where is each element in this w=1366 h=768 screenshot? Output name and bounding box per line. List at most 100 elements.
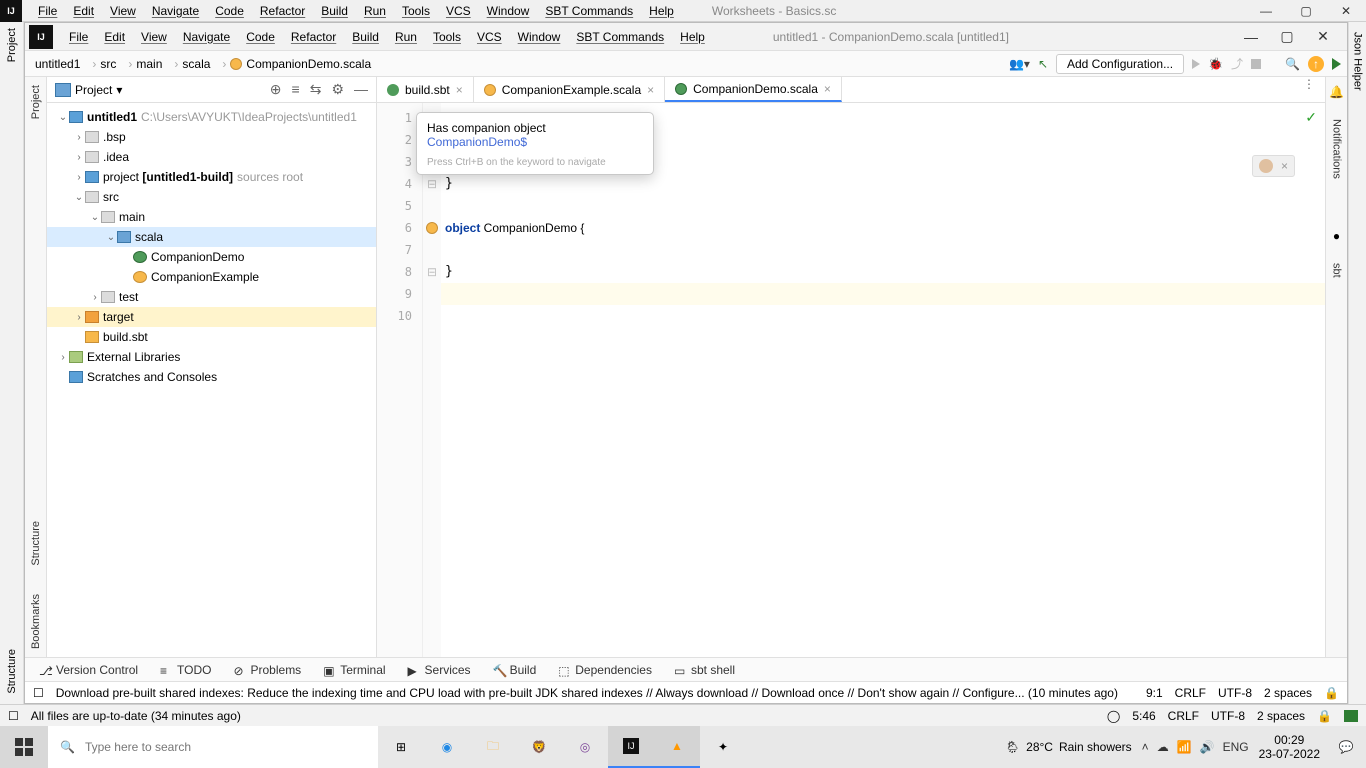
tree-external-libs[interactable]: External Libraries	[47, 347, 376, 367]
code-content[interactable]: } object CompanionDemo { }	[441, 103, 1325, 657]
bg-status-icon[interactable]: ☐	[8, 709, 19, 723]
bg-indent[interactable]: 2 spaces	[1257, 709, 1305, 723]
left-tab-structure[interactable]: Structure	[30, 521, 42, 566]
tree-main[interactable]: main	[47, 207, 376, 227]
chevron-up-icon[interactable]: ˄	[1142, 740, 1149, 754]
popup-link[interactable]: CompanionDemo$	[427, 135, 527, 149]
bg-right-tab-json[interactable]: Json Helper	[1352, 32, 1364, 91]
action-center-icon[interactable]: 💬	[1330, 740, 1362, 754]
bg-menu-tools[interactable]: Tools	[394, 2, 438, 20]
add-configuration-button[interactable]: Add Configuration...	[1056, 54, 1184, 74]
tab-more-icon[interactable]: ⋮	[1293, 77, 1325, 102]
tree-src[interactable]: src	[47, 187, 376, 207]
breadcrumb-src[interactable]: src	[84, 57, 120, 71]
close-tab-icon[interactable]: ×	[824, 82, 831, 96]
locate-icon[interactable]: ⊕	[270, 81, 282, 98]
bg-left-tab-structure[interactable]: Structure	[6, 649, 18, 694]
coverage-button[interactable]: ⤴	[1231, 55, 1243, 72]
fold-icon[interactable]: ⊟	[427, 177, 437, 191]
tw-version-control[interactable]: ⎇Version Control	[39, 663, 138, 677]
tab-companionexample[interactable]: CompanionExample.scala×	[474, 77, 665, 102]
volume-icon[interactable]: 🔊	[1200, 740, 1215, 754]
tree-scala[interactable]: scala	[47, 227, 376, 247]
code-editor[interactable]: 12345678910 ⊟ ⊟ }	[377, 103, 1325, 657]
bg-line-separator[interactable]: CRLF	[1168, 709, 1199, 723]
menu-build[interactable]: Build	[344, 27, 387, 47]
breadcrumb-main[interactable]: main	[120, 57, 166, 71]
bg-menu-edit[interactable]: Edit	[65, 2, 102, 20]
tree-project[interactable]: project [untitled1-build]sources root	[47, 167, 376, 187]
companion-popup[interactable]: Has companion object CompanionDemo$ Pres…	[416, 112, 654, 175]
tab-companiondemo[interactable]: CompanionDemo.scala×	[665, 77, 842, 102]
tab-build-sbt[interactable]: build.sbt×	[377, 77, 474, 102]
tw-todo[interactable]: ≡TODO	[160, 663, 211, 677]
bg-caret-position[interactable]: 5:46	[1132, 709, 1155, 723]
tree-scratches[interactable]: Scratches and Consoles	[47, 367, 376, 387]
bg-progress-icon[interactable]: ◯	[1107, 709, 1120, 723]
bg-encoding[interactable]: UTF-8	[1211, 709, 1245, 723]
bg-close-button[interactable]: ✕	[1326, 4, 1366, 18]
fold-icon[interactable]: ⊟	[427, 265, 437, 279]
menu-navigate[interactable]: Navigate	[175, 27, 238, 47]
system-tray[interactable]: ˄ ☁ 📶 🔊 ENG	[1142, 740, 1249, 754]
weather-widget[interactable]: 🌦 28°C Rain showers	[1005, 740, 1132, 754]
sublime-icon[interactable]: ▲	[654, 726, 700, 768]
tw-problems[interactable]: ⊘Problems	[234, 663, 302, 677]
task-view-icon[interactable]: ⊞	[378, 726, 424, 768]
bg-menu-help[interactable]: Help	[641, 2, 682, 20]
search-everywhere-icon[interactable]	[1285, 57, 1300, 71]
tor-icon[interactable]: ◎	[562, 726, 608, 768]
left-tab-bookmarks[interactable]: Bookmarks	[30, 594, 42, 649]
menu-sbt[interactable]: SBT Commands	[568, 27, 672, 47]
breadcrumb-root[interactable]: untitled1	[31, 57, 84, 71]
stop-button[interactable]	[1251, 59, 1261, 69]
tw-sbt-shell[interactable]: ▭sbt shell	[674, 663, 735, 677]
tree-idea[interactable]: .idea	[47, 147, 376, 167]
menu-refactor[interactable]: Refactor	[283, 27, 344, 47]
edge-icon[interactable]: ◉	[424, 726, 470, 768]
object-gutter-icon[interactable]	[426, 222, 438, 234]
bg-left-tab-project[interactable]: Project	[6, 28, 18, 62]
encoding[interactable]: UTF-8	[1218, 686, 1252, 700]
bg-minimize-button[interactable]: —	[1246, 4, 1286, 18]
tree-class-companiondemo[interactable]: CompanionDemo	[47, 247, 376, 267]
breadcrumb-file[interactable]: CompanionDemo.scala	[214, 57, 375, 71]
tree-target[interactable]: target	[47, 307, 376, 327]
menu-edit[interactable]: Edit	[96, 27, 133, 47]
menu-vcs[interactable]: VCS	[469, 27, 510, 47]
onedrive-icon[interactable]: ☁	[1157, 740, 1169, 754]
run-button[interactable]	[1192, 59, 1200, 69]
run-anything-icon[interactable]	[1332, 58, 1341, 70]
users-icon[interactable]: 👥▾	[1009, 57, 1030, 71]
tw-services[interactable]: ▶Services	[408, 663, 471, 677]
maximize-button[interactable]: ▢	[1269, 28, 1305, 45]
bg-menu-run[interactable]: Run	[356, 2, 394, 20]
project-tree[interactable]: untitled1C:\Users\AVYUKT\IdeaProjects\un…	[47, 103, 376, 657]
sbt-icon[interactable]: ●	[1333, 229, 1340, 243]
settings-icon[interactable]: ⚙	[331, 81, 344, 98]
right-tab-notifications[interactable]: Notifications	[1331, 119, 1343, 179]
lock-icon[interactable]: 🔒	[1324, 686, 1339, 700]
menu-tools[interactable]: Tools	[425, 27, 469, 47]
bg-menu-vcs[interactable]: VCS	[438, 2, 479, 20]
expand-all-icon[interactable]: ≡	[292, 81, 300, 98]
close-icon[interactable]: ×	[1281, 159, 1288, 173]
collapse-all-icon[interactable]: ⇆	[310, 81, 322, 98]
explorer-icon[interactable]: 🗀	[470, 726, 516, 768]
debug-button[interactable]: 🐞	[1208, 57, 1223, 71]
bg-menu-window[interactable]: Window	[479, 2, 538, 20]
hammer-icon[interactable]: ↖	[1038, 57, 1048, 71]
line-separator[interactable]: CRLF	[1175, 686, 1206, 700]
taskbar-clock[interactable]: 00:29 23-07-2022	[1259, 733, 1320, 761]
brave-icon[interactable]: 🦁	[516, 726, 562, 768]
tree-bsp[interactable]: .bsp	[47, 127, 376, 147]
indent[interactable]: 2 spaces	[1264, 686, 1312, 700]
menu-file[interactable]: File	[61, 27, 96, 47]
close-tab-icon[interactable]: ×	[456, 83, 463, 97]
bg-maximize-button[interactable]: ▢	[1286, 4, 1326, 18]
menu-code[interactable]: Code	[238, 27, 283, 47]
bg-menu-file[interactable]: File	[30, 2, 65, 20]
bg-menu-sbt[interactable]: SBT Commands	[537, 2, 641, 20]
left-tab-project[interactable]: Project	[30, 85, 42, 119]
bg-mem-indicator[interactable]	[1344, 710, 1358, 722]
